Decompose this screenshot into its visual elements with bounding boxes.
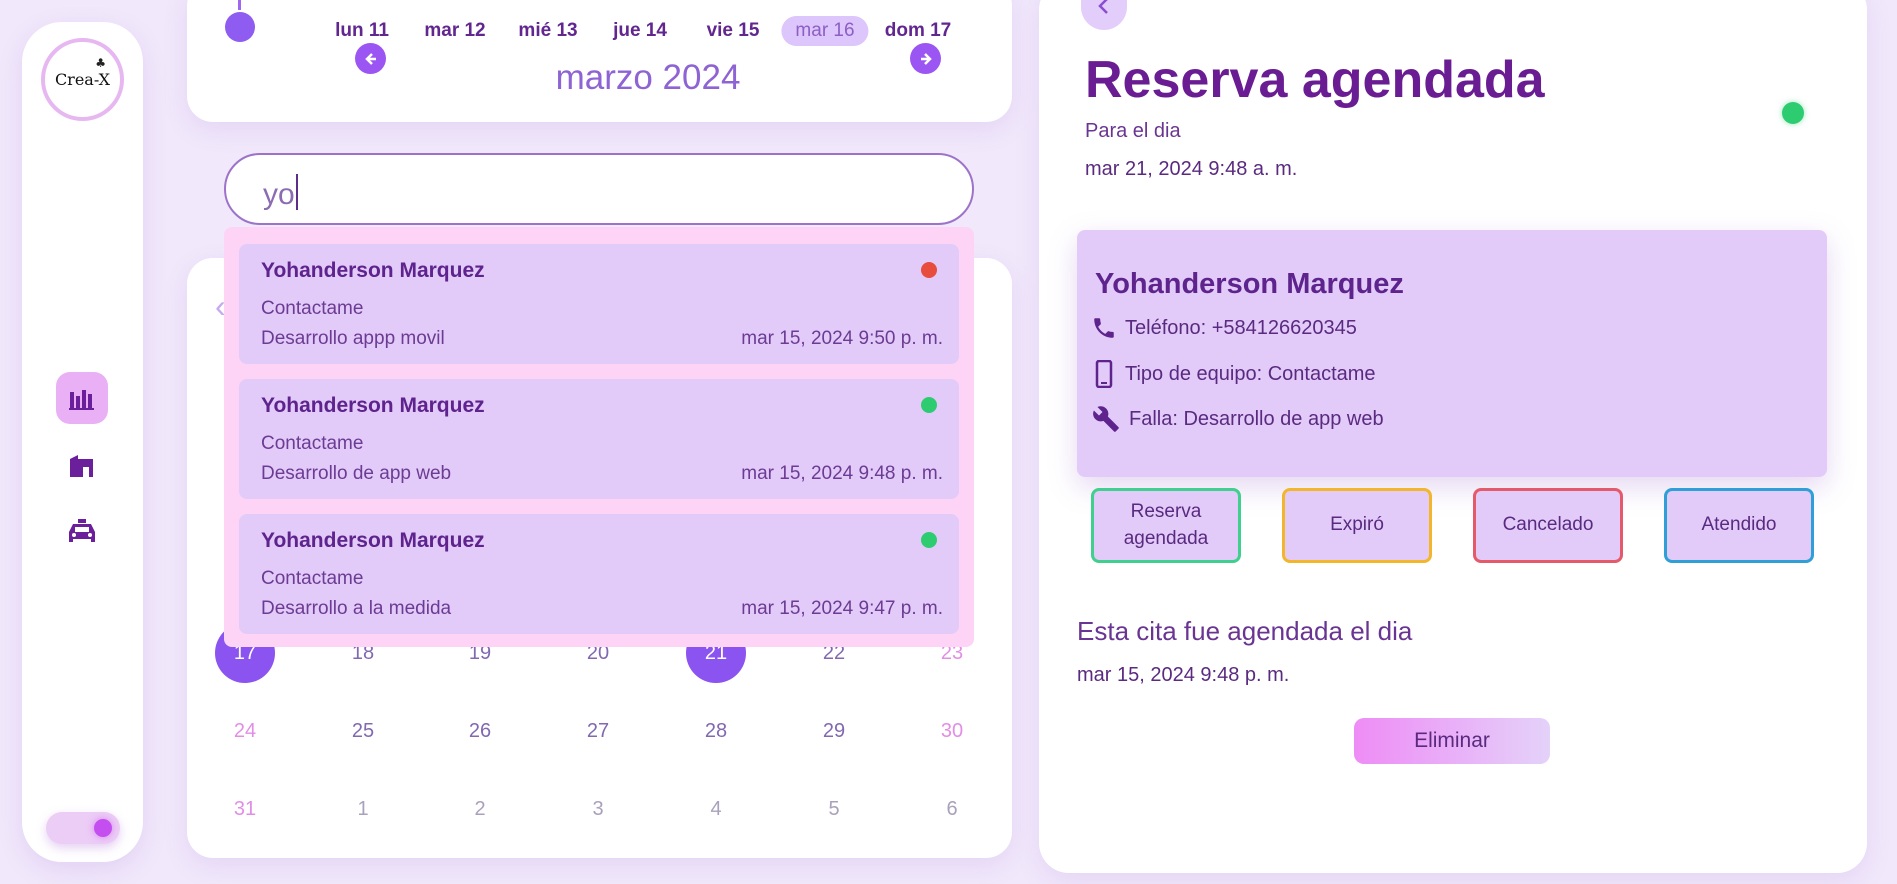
calendar-day[interactable]: 27 xyxy=(568,701,628,761)
client-fault-text: Falla: Desarrollo de app web xyxy=(1129,407,1384,430)
status-button-3[interactable]: Atendido xyxy=(1664,488,1814,563)
text-caret xyxy=(295,174,298,210)
result-description: Desarrollo appp movil xyxy=(261,328,445,349)
scheduled-label: Esta cita fue agendada el dia xyxy=(1077,616,1413,646)
calendar-day[interactable]: 25 xyxy=(333,701,393,761)
page-title: Reserva agendada xyxy=(1085,51,1545,109)
result-name: Yohanderson Marquez xyxy=(261,529,485,552)
delete-button[interactable]: Eliminar xyxy=(1354,718,1550,764)
result-type: Contactame xyxy=(261,568,364,589)
appointment-subtitle: Para el dia xyxy=(1085,120,1181,142)
appointment-detail: Reserva agendada Para el dia mar 21, 202… xyxy=(1039,0,1867,873)
week-day-5[interactable]: mar 16 xyxy=(781,16,869,46)
result-status-dot xyxy=(921,397,937,413)
calendar-day[interactable]: 31 xyxy=(215,779,275,839)
wrench-icon xyxy=(1093,406,1119,432)
search-result-item[interactable]: Yohanderson Marquez Contactame Desarrollo … xyxy=(239,379,959,499)
week-day-4[interactable]: vie 15 xyxy=(693,16,774,46)
calendar-day[interactable]: 30 xyxy=(922,701,982,761)
status-dot xyxy=(1782,102,1804,124)
client-fault: Falla: Desarrollo de app web xyxy=(1091,405,1384,433)
result-date: mar 15, 2024 9:48 p. m. xyxy=(741,463,943,484)
result-date: mar 15, 2024 9:47 p. m. xyxy=(741,598,943,619)
result-status-dot xyxy=(921,262,937,278)
theme-toggle[interactable] xyxy=(46,812,120,844)
result-description: Desarrollo de app web xyxy=(261,463,452,484)
toggle-knob xyxy=(94,819,112,837)
prev-week-button[interactable] xyxy=(355,43,386,74)
client-phone: Teléfono: +584126620345 xyxy=(1091,315,1357,341)
store-icon xyxy=(70,455,93,477)
car-icon xyxy=(69,519,95,542)
week-day-0[interactable]: lun 11 xyxy=(321,16,403,46)
result-description: Desarrollo a la medida xyxy=(261,598,452,619)
client-device-text: Tipo de equipo: Contactame xyxy=(1125,362,1376,385)
status-button-1[interactable]: Expiró xyxy=(1282,488,1432,563)
result-date: mar 15, 2024 9:50 p. m. xyxy=(741,328,943,349)
result-name: Yohanderson Marquez xyxy=(261,259,485,282)
result-type: Contactame xyxy=(261,298,364,319)
week-day-2[interactable]: mié 13 xyxy=(504,16,591,46)
calendar-day[interactable]: 29 xyxy=(804,701,864,761)
month-label: marzo 2024 xyxy=(555,58,741,97)
search-result-item[interactable]: Yohanderson Marquez Contactame Desarrollo … xyxy=(239,514,959,634)
calendar-day[interactable]: 24 xyxy=(215,701,275,761)
result-name: Yohanderson Marquez xyxy=(261,394,485,417)
result-type: Contactame xyxy=(261,433,364,454)
week-strip: lun 11 mar 12 mié 13 jue 14 vie 15 mar 16 dom … xyxy=(187,0,1012,122)
phone-icon xyxy=(1094,318,1114,338)
timeline-line xyxy=(238,0,241,10)
client-name: Yohanderson Marquez xyxy=(1095,268,1404,300)
calendar-day[interactable]: 28 xyxy=(686,701,746,761)
calendar-day[interactable]: 5 xyxy=(804,779,864,839)
client-card: Yohanderson Marquez Teléfono: +584126620… xyxy=(1077,230,1827,477)
calendar-day[interactable]: 2 xyxy=(450,779,510,839)
arrow-left-icon xyxy=(364,52,376,65)
arrow-right-icon xyxy=(920,52,932,65)
chevron-left-icon xyxy=(1098,0,1108,14)
search-value: yo xyxy=(263,178,295,211)
week-day-1[interactable]: mar 12 xyxy=(410,16,499,46)
next-week-button[interactable] xyxy=(910,43,941,74)
back-button[interactable] xyxy=(1081,0,1127,30)
sidebar-item-car[interactable] xyxy=(56,506,108,558)
client-device: Tipo de equipo: Contactame xyxy=(1091,360,1376,388)
logo: Crea-X ♣ xyxy=(41,38,124,121)
search-results-dropdown: Yohanderson Marquez Contactame Desarrollo … xyxy=(224,227,974,647)
status-button-0[interactable]: Reserva agendada xyxy=(1091,488,1241,563)
calendar-day[interactable]: 1 xyxy=(333,779,393,839)
search-result-item[interactable]: Yohanderson Marquez Contactame Desarrollo … xyxy=(239,244,959,364)
client-phone-text: Teléfono: +584126620345 xyxy=(1125,316,1357,339)
status-button-2[interactable]: Cancelado xyxy=(1473,488,1623,563)
logo-mark: ♣ xyxy=(95,56,106,70)
result-status-dot xyxy=(921,532,937,548)
sidebar-item-dashboard[interactable] xyxy=(56,372,108,424)
calendar-day[interactable]: 4 xyxy=(686,779,746,839)
week-day-3[interactable]: jue 14 xyxy=(599,16,681,46)
appointment-date: mar 21, 2024 9:48 a. m. xyxy=(1085,158,1298,180)
bar-chart-icon xyxy=(69,390,94,410)
logo-text: Crea-X xyxy=(54,70,111,89)
calendar-day[interactable]: 26 xyxy=(450,701,510,761)
timeline-dot xyxy=(225,12,255,42)
calendar-day[interactable]: 6 xyxy=(922,779,982,839)
smartphone-icon xyxy=(1095,360,1113,388)
scheduled-date: mar 15, 2024 9:48 p. m. xyxy=(1077,664,1290,686)
week-day-6[interactable]: dom 17 xyxy=(871,16,966,46)
sidebar: Crea-X ♣ xyxy=(22,22,143,862)
search-input[interactable]: yo xyxy=(224,153,974,225)
sidebar-item-store[interactable] xyxy=(56,440,108,492)
calendar-day[interactable]: 3 xyxy=(568,779,628,839)
